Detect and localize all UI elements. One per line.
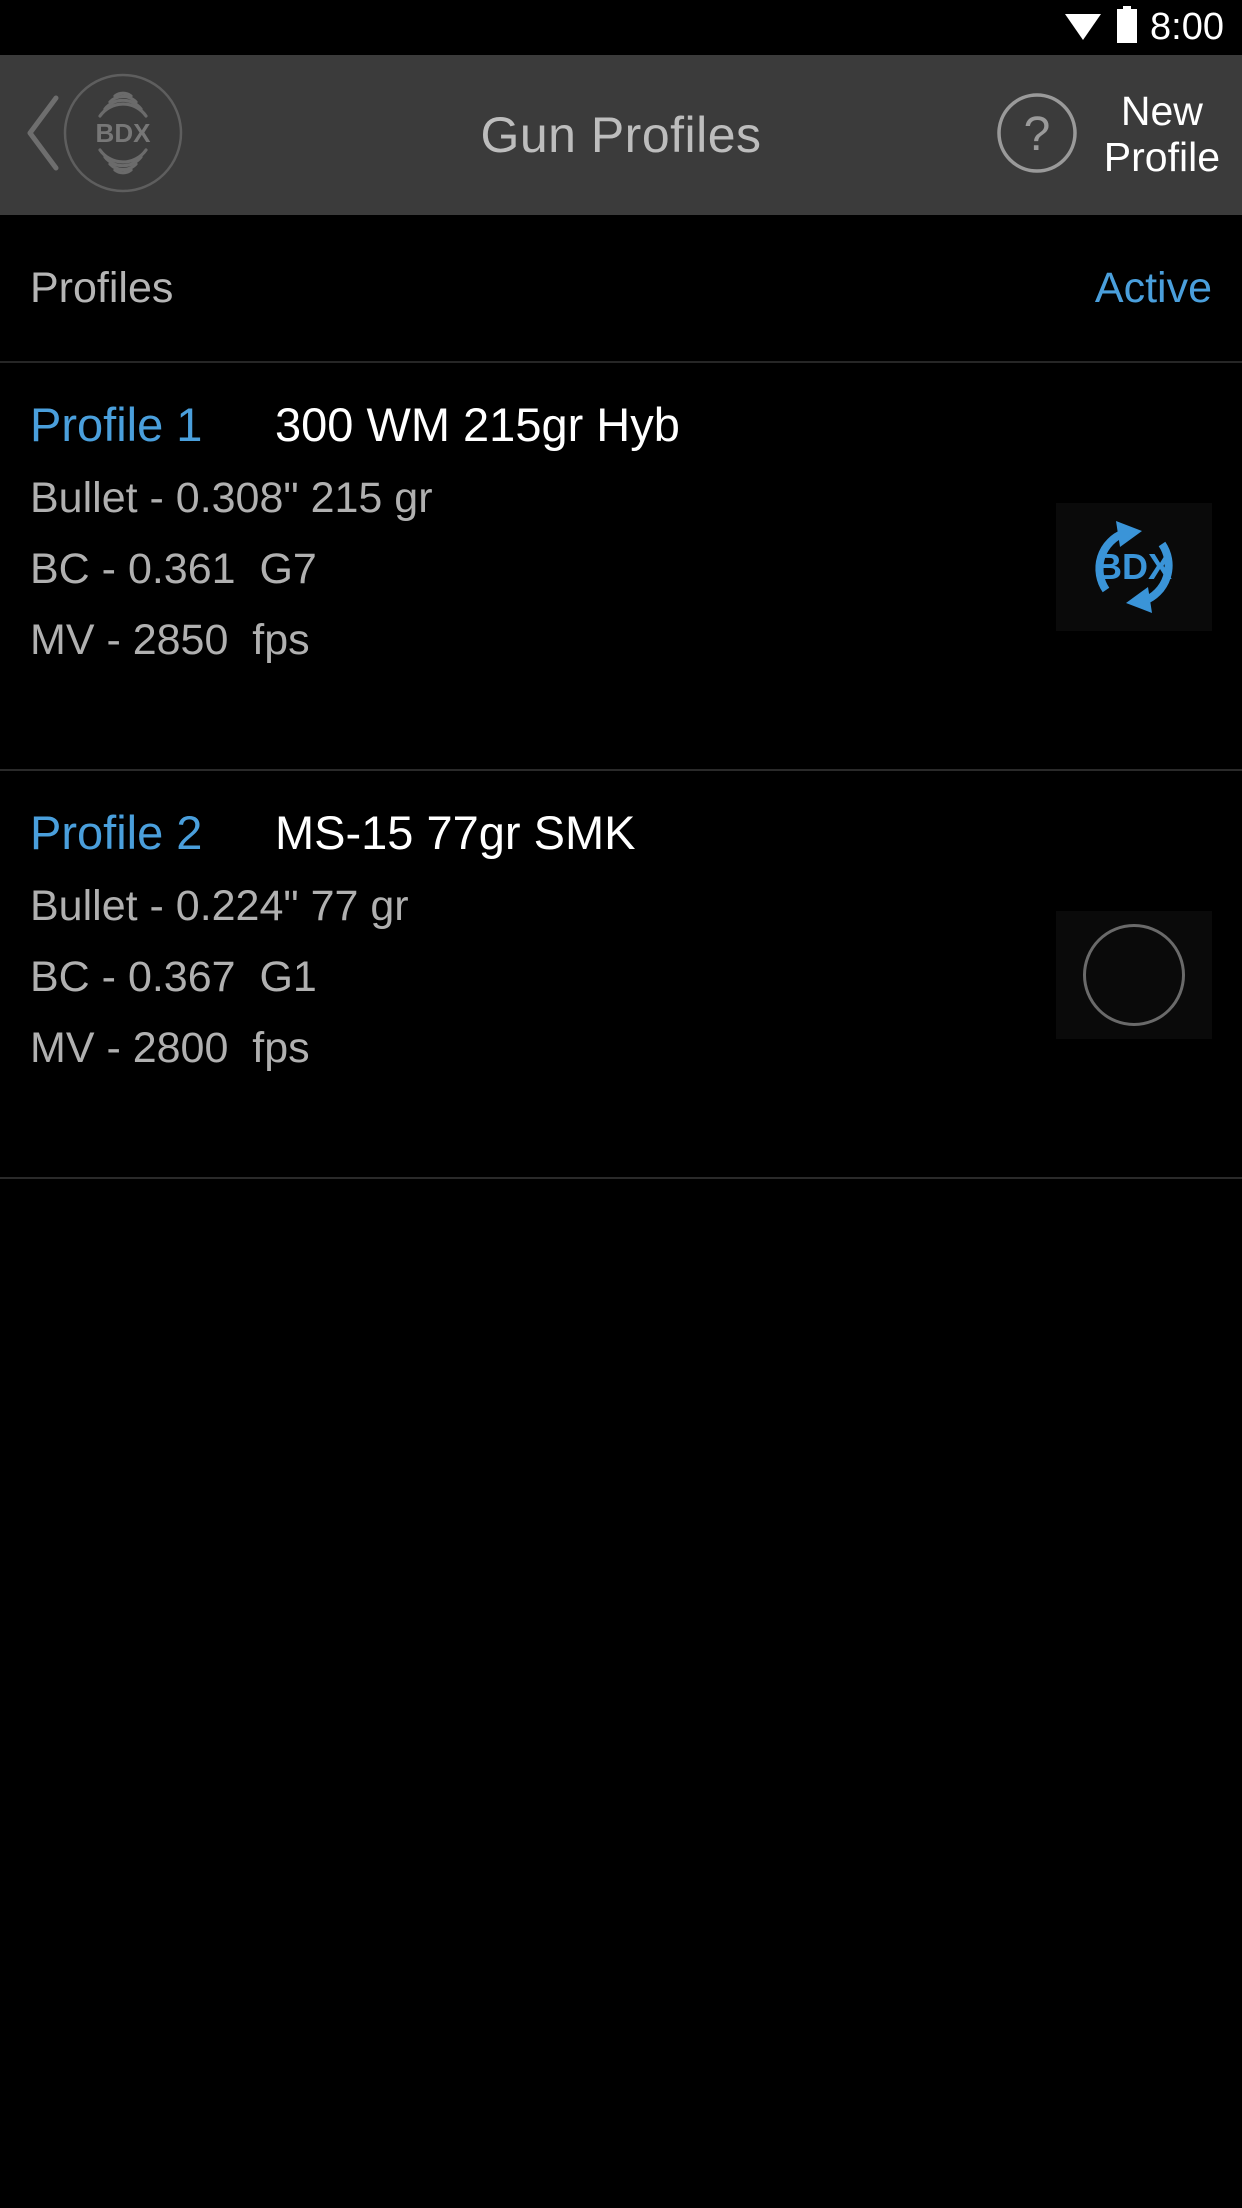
empty-circle-icon: [1056, 911, 1212, 1039]
profile-bc-spec: BC - 0.361 G7: [30, 545, 317, 593]
profile-bullet-spec: Bullet - 0.224" 77 gr: [30, 882, 409, 930]
empty-list-area: [0, 1179, 1242, 2208]
profile-active-toggle[interactable]: BDX: [1056, 503, 1212, 631]
battery-icon: [1116, 6, 1138, 49]
new-profile-button[interactable]: New Profile: [1104, 88, 1220, 181]
profile-index-label: Profile 2: [30, 806, 203, 859]
status-bar-clock: 8:00: [1150, 5, 1224, 48]
bdx-logo-icon: BDX: [62, 72, 184, 199]
active-column-header[interactable]: Active: [1095, 264, 1212, 313]
profile-active-toggle[interactable]: [1056, 911, 1212, 1039]
help-question-icon[interactable]: ?: [996, 92, 1078, 179]
back-button[interactable]: BDX: [22, 72, 252, 199]
wifi-icon: [1063, 8, 1103, 47]
profile-name-label: 300 WM 215gr Hyb: [275, 398, 680, 451]
empty-circle-shape: [1083, 924, 1185, 1026]
profile-details: Profile 2 MS-15 77gr SMK Bullet - 0.224"…: [30, 805, 1056, 1073]
profile-mv-spec: MV - 2850 fps: [30, 616, 310, 664]
profile-bc-spec: BC - 0.367 G1: [30, 953, 317, 1001]
profile-index-label: Profile 1: [30, 398, 203, 451]
profile-mv-spec: MV - 2800 fps: [30, 1024, 310, 1072]
profile-name-label: MS-15 77gr SMK: [275, 806, 636, 859]
app-bar: BDX Gun Profiles ? New Profile: [0, 55, 1242, 215]
profile-title-line: Profile 2 MS-15 77gr SMK: [30, 805, 1056, 860]
chevron-left-icon: [22, 94, 64, 177]
profile-details: Profile 1 300 WM 215gr Hyb Bullet - 0.30…: [30, 397, 1056, 665]
bdx-sync-icon: BDX: [1056, 503, 1212, 631]
profile-bullet-spec: Bullet - 0.308" 215 gr: [30, 474, 433, 522]
table-row[interactable]: Profile 1 300 WM 215gr Hyb Bullet - 0.30…: [0, 363, 1242, 771]
table-row[interactable]: Profile 2 MS-15 77gr SMK Bullet - 0.224"…: [0, 771, 1242, 1179]
profile-title-line: Profile 1 300 WM 215gr Hyb: [30, 397, 1056, 452]
profiles-section-header: Profiles Active: [0, 215, 1242, 363]
app-screen: 8:00 BDX Gun Profiles ? New Profile Prof…: [0, 0, 1242, 2208]
status-bar-icons: [1063, 6, 1138, 49]
app-bar-actions: ? New Profile: [996, 88, 1220, 181]
svg-text:?: ?: [1023, 108, 1050, 161]
status-bar: 8:00: [0, 0, 1242, 55]
svg-text:BDX: BDX: [1096, 546, 1172, 587]
section-title: Profiles: [30, 263, 174, 312]
svg-text:BDX: BDX: [96, 118, 152, 148]
